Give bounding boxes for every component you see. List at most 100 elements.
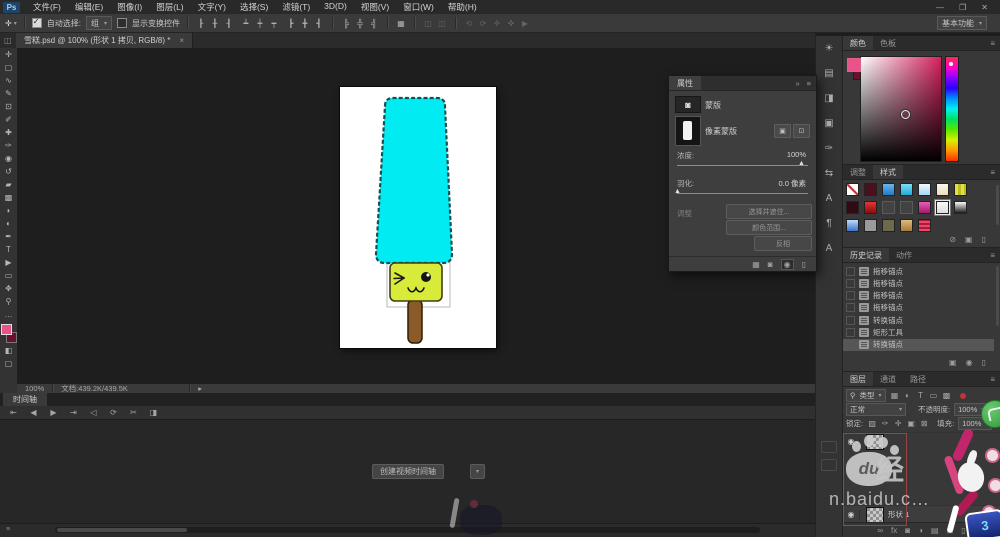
lock-icon[interactable]: ▣	[906, 419, 916, 428]
saturation-brightness-picker[interactable]	[860, 56, 942, 162]
panel-menu-icon[interactable]: ≡	[990, 372, 1000, 386]
tool-button[interactable]: ▢	[0, 61, 17, 74]
tool-button[interactable]: ✛	[0, 48, 17, 61]
style-swatch[interactable]	[900, 183, 913, 196]
align-icon[interactable]: ╋	[299, 19, 311, 28]
style-swatch[interactable]	[954, 201, 967, 214]
tab-paths[interactable]: 路径	[903, 372, 933, 386]
style-swatch[interactable]	[918, 201, 931, 214]
layers-footer-icon[interactable]: ◙	[905, 526, 910, 535]
workspace-switcher[interactable]: 基本功能▾	[937, 16, 987, 30]
screen-mode-button[interactable]: ▢	[0, 357, 17, 370]
styles-scrollbar[interactable]	[996, 185, 999, 225]
document-tab[interactable]: 雪糕.psd @ 100% (形状 1 拷贝, RGB/8) * ×	[16, 33, 193, 48]
panel-menu-icon[interactable]: ≡	[990, 165, 1000, 179]
menu-item[interactable]: 3D(D)	[317, 1, 354, 13]
panel-menu-icon[interactable]: ≡	[990, 248, 1000, 262]
align-icon[interactable]: ┫	[313, 19, 325, 28]
styles-footer-icon[interactable]: ▯	[982, 235, 986, 244]
foreground-color-swatch[interactable]	[847, 58, 861, 72]
menu-item[interactable]: 文件(F)	[26, 1, 68, 13]
align-icon[interactable]: ┣	[285, 19, 297, 28]
select-and-mask-button[interactable]: 选择并遮住...	[726, 204, 812, 219]
auto-select-checkbox[interactable]	[32, 18, 42, 28]
close-icon[interactable]: ✕	[981, 3, 988, 12]
history-source-checkbox[interactable]	[846, 291, 855, 300]
tool-button[interactable]: T	[0, 243, 17, 256]
layers-footer-icon[interactable]: ◑	[918, 526, 923, 535]
style-swatch[interactable]	[864, 219, 877, 232]
timeline-transport-button[interactable]: ◨	[148, 408, 159, 417]
status-arrow-icon[interactable]: ▸	[190, 384, 210, 393]
menu-item[interactable]: 滤镜(T)	[275, 1, 317, 13]
tool-button[interactable]: …	[0, 308, 17, 321]
distribute-icon[interactable]: ╬	[354, 19, 366, 28]
timeline-transport-button[interactable]: ✂	[128, 408, 139, 417]
menu-item[interactable]: 图层(L)	[149, 1, 190, 13]
history-state-row[interactable]: 拖移锚点	[843, 302, 994, 314]
dock-panel-icon[interactable]: A	[816, 186, 842, 211]
tool-button[interactable]: ◗	[0, 204, 17, 217]
style-swatch[interactable]	[900, 219, 913, 232]
dock-panel-icon[interactable]: ▣	[816, 111, 842, 136]
menu-item[interactable]: 图像(I)	[110, 1, 149, 13]
timeline-tab[interactable]: 时间轴	[3, 393, 47, 406]
tab-color[interactable]: 颜色	[843, 36, 873, 50]
lock-icon[interactable]: ✑	[880, 419, 890, 428]
tool-button[interactable]: ▩	[0, 191, 17, 204]
mask-footer-icon[interactable]: ▯	[802, 260, 806, 269]
dock-panel-icon[interactable]: A	[816, 236, 842, 261]
timeline-transport-button[interactable]: ◀	[28, 408, 39, 417]
tab-styles[interactable]: 样式	[873, 165, 903, 179]
density-slider[interactable]	[677, 165, 808, 166]
artboard[interactable]	[340, 87, 496, 348]
minimize-icon[interactable]: —	[936, 3, 944, 12]
styles-footer-icon[interactable]: ▣	[965, 235, 973, 244]
mask-footer-icon[interactable]: ◉	[781, 259, 794, 270]
align-icon[interactable]: ┿	[254, 19, 266, 28]
menu-item[interactable]: 帮助(H)	[441, 1, 484, 13]
layers-footer-icon[interactable]: ▯	[961, 526, 965, 535]
close-document-icon[interactable]: ×	[179, 36, 184, 45]
style-swatch[interactable]	[918, 219, 931, 232]
tab-actions[interactable]: 动作	[889, 248, 919, 262]
layer-filter-icon[interactable]: ▭	[929, 391, 939, 400]
create-video-timeline-button[interactable]: 创建视频时间轴	[372, 464, 444, 479]
tab-channels[interactable]: 通道	[873, 372, 903, 386]
color-range-button[interactable]: 颜色范围...	[726, 220, 812, 235]
style-swatch[interactable]	[846, 183, 859, 196]
style-swatch[interactable]	[954, 183, 967, 196]
tab-history[interactable]: 历史记录	[843, 248, 889, 262]
history-state-row[interactable]: 矩形工具	[843, 327, 994, 339]
panel-menu-icon[interactable]: ≡	[807, 79, 811, 88]
tool-button[interactable]: ▭	[0, 269, 17, 282]
history-source-checkbox[interactable]	[846, 279, 855, 288]
history-source-checkbox[interactable]	[846, 316, 855, 325]
distribute-icon[interactable]: ╣	[368, 19, 380, 28]
dock-panel-icon[interactable]: ▤	[816, 61, 842, 86]
hue-slider-marker[interactable]	[949, 62, 953, 66]
menu-item[interactable]: 选择(S)	[233, 1, 275, 13]
timeline-zoom-icon[interactable]: ≡	[6, 526, 10, 533]
menu-item[interactable]: 文字(Y)	[191, 1, 233, 13]
style-swatch[interactable]	[846, 219, 859, 232]
restore-icon[interactable]: ❐	[959, 3, 966, 12]
lock-icon[interactable]: ⊠	[919, 419, 929, 428]
layers-footer-icon[interactable]: fx	[891, 526, 897, 535]
style-swatch[interactable]	[864, 201, 877, 214]
current-tool-icon[interactable]: ✛▾	[5, 19, 17, 28]
align-icon[interactable]: ┯	[268, 19, 280, 28]
tool-button[interactable]: ∿	[0, 74, 17, 87]
quick-mask-button[interactable]: ◧	[0, 344, 17, 357]
dock-panel-icon[interactable]: ¶	[816, 211, 842, 236]
style-swatch[interactable]	[864, 183, 877, 196]
history-source-checkbox[interactable]	[846, 328, 855, 337]
style-swatch[interactable]	[846, 201, 859, 214]
layers-footer-icon[interactable]: ∞	[877, 526, 883, 535]
feather-value[interactable]: 0.0 像素	[778, 178, 806, 189]
style-swatch[interactable]	[882, 183, 895, 196]
mask-footer-icon[interactable]: ▦	[752, 260, 760, 269]
align-icon[interactable]: ┷	[240, 19, 252, 28]
history-footer-icon[interactable]: ◉	[966, 358, 973, 367]
mask-thumbnail[interactable]	[675, 116, 701, 146]
